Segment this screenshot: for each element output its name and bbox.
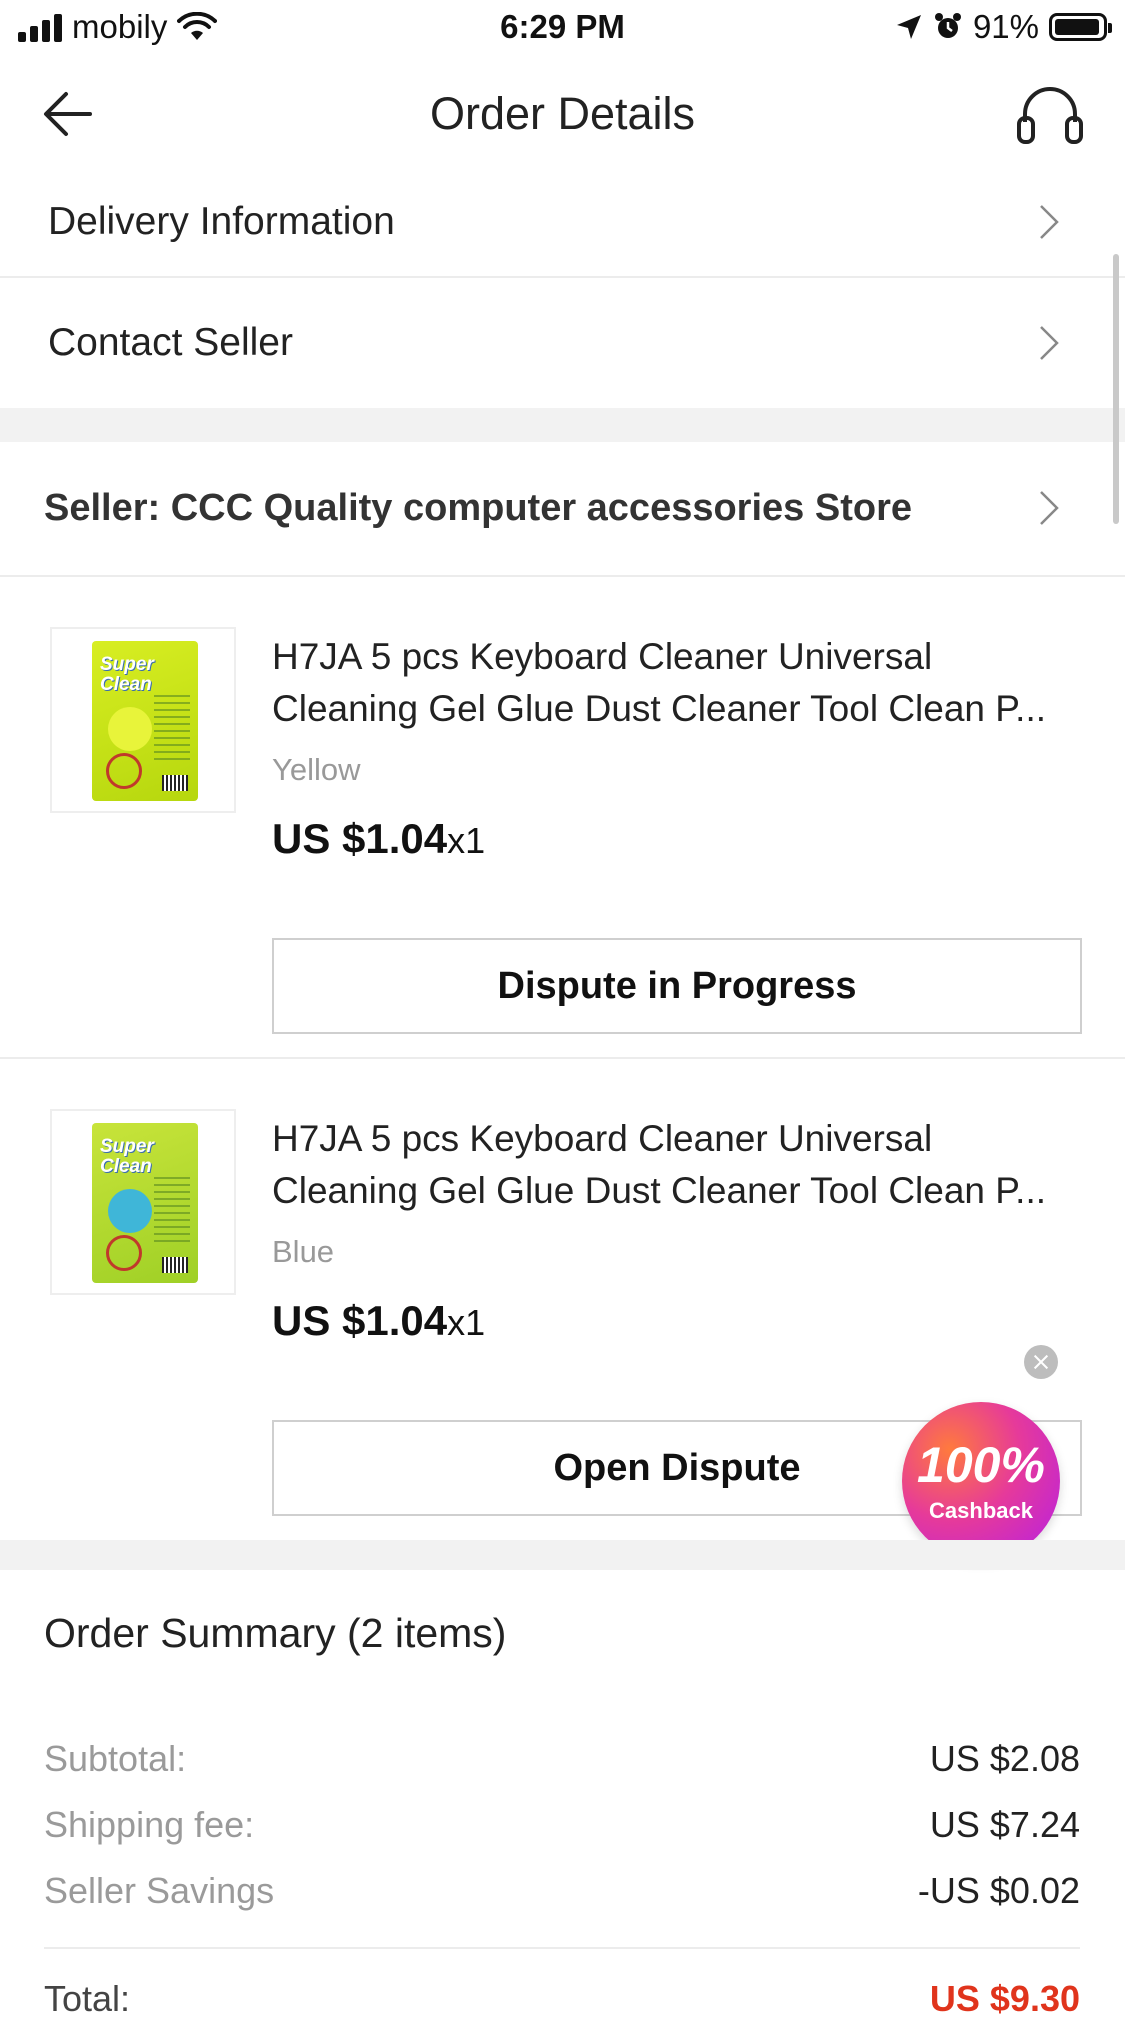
seller-label: Seller: CCC Quality computer accessories… bbox=[44, 486, 912, 529]
shipping-fee-row: Shipping fee: US $7.24 bbox=[44, 1804, 1080, 1846]
product-image: Super Clean bbox=[92, 1123, 198, 1283]
contact-seller-label: Contact Seller bbox=[48, 321, 293, 364]
order-summary-title: Order Summary (2 items) bbox=[44, 1610, 507, 1656]
product-quantity: x1 bbox=[447, 1302, 486, 1343]
dispute-in-progress-button[interactable]: Dispute in Progress bbox=[272, 938, 1082, 1034]
seller-savings-label: Seller Savings bbox=[44, 1870, 275, 1911]
subtotal-row: Subtotal: US $2.08 bbox=[44, 1738, 1080, 1780]
subtotal-value: US $2.08 bbox=[929, 1738, 1080, 1779]
product-variant: Blue bbox=[272, 1234, 335, 1269]
chevron-right-icon bbox=[1040, 205, 1059, 239]
total-label: Total: bbox=[44, 1978, 131, 2019]
shipping-fee-value: US $7.24 bbox=[929, 1804, 1080, 1845]
status-right-group: 91% bbox=[895, 8, 1112, 46]
shipping-fee-label: Shipping fee: bbox=[44, 1804, 255, 1845]
nav-bar: Order Details bbox=[0, 58, 1125, 168]
page-title: Order Details bbox=[429, 88, 696, 139]
cashback-label: Cashback bbox=[929, 1498, 1033, 1523]
subtotal-label: Subtotal: bbox=[44, 1738, 187, 1779]
product-quantity: x1 bbox=[447, 820, 486, 861]
product-price: US $1.04x1 bbox=[272, 1297, 486, 1344]
alarm-icon bbox=[934, 13, 961, 38]
total-row: Total: US $9.30 bbox=[44, 1978, 1080, 2020]
delivery-information-label: Delivery Information bbox=[48, 200, 395, 243]
product-thumbnail[interactable]: Super Clean bbox=[50, 627, 236, 813]
product-price: US $1.04x1 bbox=[272, 815, 486, 862]
product-image: Super Clean bbox=[92, 641, 198, 801]
seller-savings-row: Seller Savings -US $0.02 bbox=[44, 1870, 1080, 1912]
product-name[interactable]: H7JA 5 pcs Keyboard Cleaner Universal Cl… bbox=[272, 1113, 1092, 1217]
section-separator bbox=[0, 1540, 1125, 1570]
product-pack-text: Super Clean bbox=[100, 1136, 154, 1177]
chevron-right-icon bbox=[1040, 326, 1059, 360]
product-thumbnail[interactable]: Super Clean bbox=[50, 1109, 236, 1295]
order-item: Super Clean H7JA 5 pcs Keyboard Cleaner … bbox=[0, 577, 1125, 1057]
battery-icon bbox=[1049, 13, 1112, 41]
seller-row[interactable]: Seller: CCC Quality computer accessories… bbox=[0, 442, 1125, 574]
cashback-badge[interactable]: 100% Cashback bbox=[902, 1402, 1060, 1560]
seller-savings-value: -US $0.02 bbox=[917, 1870, 1080, 1911]
status-bar: mobily 6:29 PM 91% bbox=[0, 0, 1125, 56]
contact-seller-row[interactable]: Contact Seller bbox=[0, 278, 1125, 408]
headset-support-icon[interactable] bbox=[1015, 84, 1085, 148]
product-pack-text: Super Clean bbox=[100, 654, 154, 695]
location-arrow-icon bbox=[896, 15, 921, 39]
battery-percent: 91% bbox=[972, 8, 1039, 45]
cashback-percent: 100% bbox=[917, 1437, 1045, 1493]
close-icon[interactable] bbox=[1024, 1345, 1058, 1379]
total-value: US $9.30 bbox=[929, 1978, 1080, 2019]
delivery-information-row[interactable]: Delivery Information bbox=[0, 168, 1125, 276]
product-name[interactable]: H7JA 5 pcs Keyboard Cleaner Universal Cl… bbox=[272, 631, 1092, 735]
section-separator bbox=[0, 408, 1125, 442]
chevron-right-icon bbox=[1040, 491, 1059, 525]
product-variant: Yellow bbox=[272, 752, 361, 787]
divider bbox=[44, 1947, 1080, 1949]
